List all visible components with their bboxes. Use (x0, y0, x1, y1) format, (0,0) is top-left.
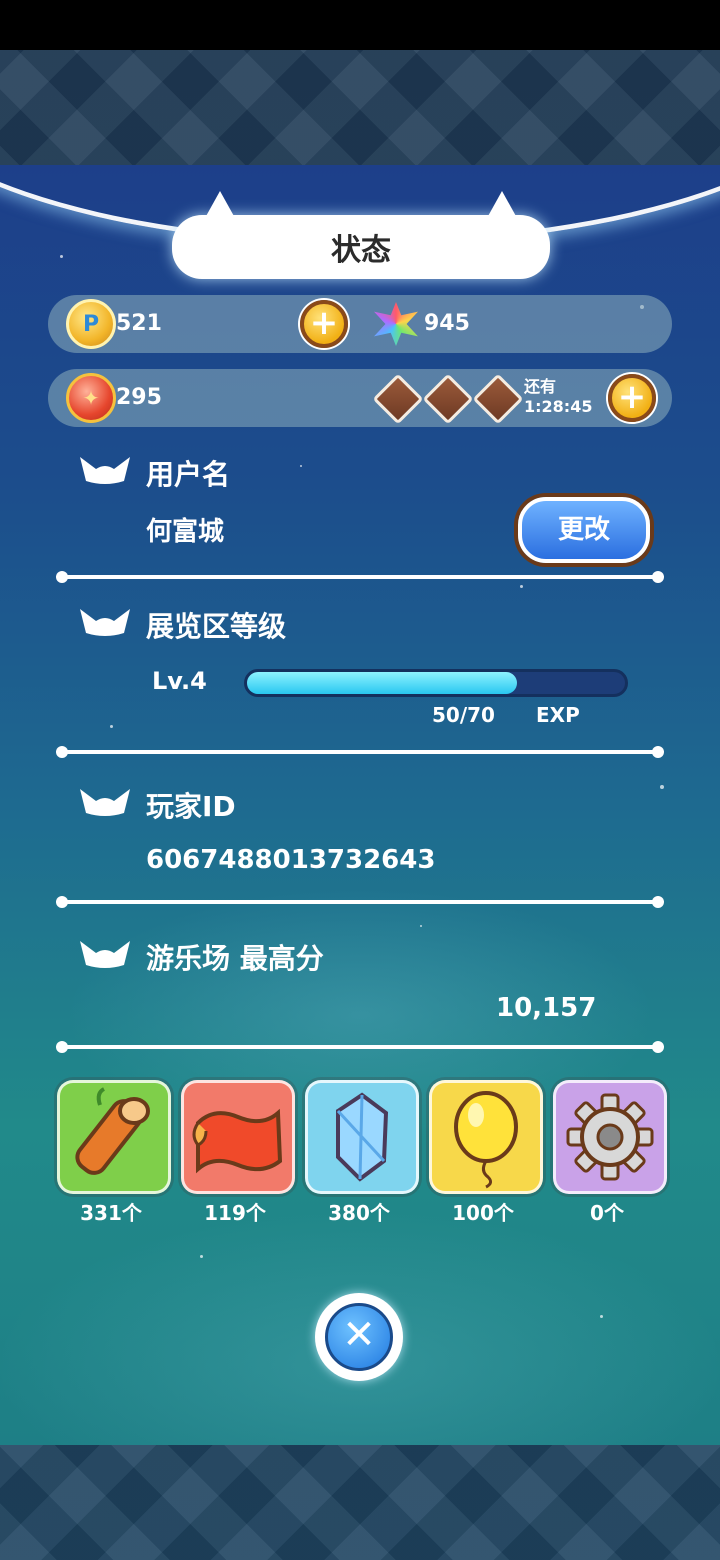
crystal-icon (336, 1092, 389, 1182)
high-score-value: 10,157 (496, 993, 597, 1023)
gem-count: 945 (424, 311, 470, 336)
exhibit-level-title: 展览区等级 (146, 610, 287, 643)
close-icon: ✕ (325, 1303, 393, 1371)
item-count-crystal: 380个 (328, 1201, 390, 1225)
refill-time: 1:28:45 (524, 397, 593, 416)
currency-bar-tickets: ✦ 295 还有 1:28:45 + (48, 369, 672, 427)
balloon-icon (454, 1091, 518, 1189)
rainbow-gem-icon (374, 302, 418, 346)
page-title: 状态 (331, 233, 391, 268)
level-label: Lv.4 (152, 667, 207, 695)
username-title: 用户名 (146, 458, 231, 491)
wood-log-icon (75, 1087, 150, 1175)
item-count-wood: 331个 (80, 1201, 142, 1225)
cat-ears-icon (80, 789, 130, 816)
exp-progress-bar (244, 669, 628, 697)
item-count-cloth: 119个 (204, 1201, 266, 1225)
username-value: 何富城 (146, 517, 225, 547)
item-cloth[interactable] (181, 1080, 295, 1194)
refill-label: 还有 (524, 377, 557, 396)
item-count-gear: 0个 (590, 1201, 624, 1225)
stamina-tile-icon (422, 373, 474, 425)
exp-progress-fill (247, 672, 517, 694)
refill-timer: 还有 1:28:45 (524, 377, 592, 417)
cat-ears-icon (80, 457, 130, 484)
high-score-title: 游乐场 最高分 (146, 942, 324, 975)
divider (56, 571, 664, 583)
item-wood[interactable] (57, 1080, 171, 1194)
gear-icon (566, 1093, 654, 1181)
red-cloth-icon (192, 1108, 283, 1174)
coin-count: 521 (116, 311, 162, 336)
exp-text: 50/70 (432, 703, 495, 727)
stamina-tile-icon (472, 373, 524, 425)
divider (56, 746, 664, 758)
status-panel: 状态 P 521 + 945 ✦ 295 还有 1:28:45 + 用户名 何富… (0, 165, 720, 1445)
add-coins-button[interactable]: + (300, 300, 348, 348)
player-id-value: 6067488013732643 (146, 845, 436, 875)
red-medal-icon: ✦ (66, 373, 116, 423)
item-gear[interactable] (553, 1080, 667, 1194)
divider (56, 896, 664, 908)
title-plate: 状态 (172, 191, 550, 279)
ticket-count: 295 (116, 385, 162, 410)
item-count-balloon: 100个 (452, 1201, 514, 1225)
coin-icon: P (66, 299, 116, 349)
cat-ears-icon (80, 941, 130, 968)
divider (56, 1041, 664, 1053)
exp-unit: EXP (536, 703, 580, 727)
change-username-button[interactable]: 更改 (518, 497, 650, 563)
close-button[interactable]: ✕ (315, 1293, 403, 1381)
currency-bar-coins: P 521 + 945 (48, 295, 672, 353)
player-id-title: 玩家ID (146, 790, 236, 823)
cat-ears-icon (80, 609, 130, 636)
item-crystal[interactable] (305, 1080, 419, 1194)
add-tickets-button[interactable]: + (608, 374, 656, 422)
item-balloon[interactable] (429, 1080, 543, 1194)
stamina-tile-icon (372, 373, 424, 425)
